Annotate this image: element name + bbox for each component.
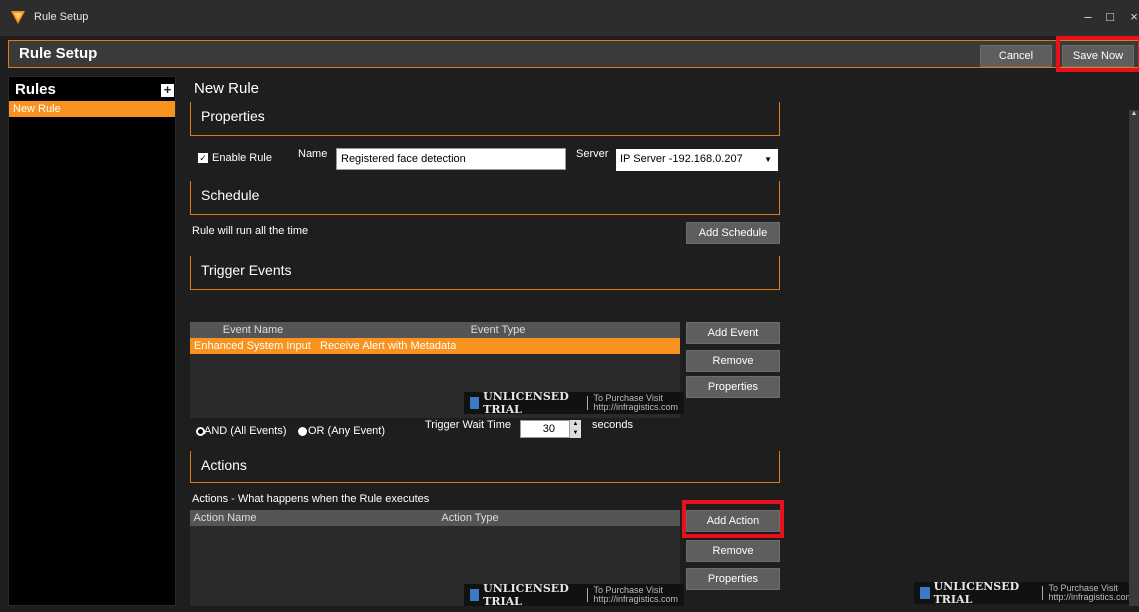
or-label: OR (Any Event) [308,425,386,437]
rule-setup-window: Rule Setup – □ × Rule Setup Cancel Save … [0,0,1139,612]
server-select-value: IP Server -192.168.0.207 [620,153,743,165]
schedule-section-title: Schedule [201,187,260,203]
actions-section-title: Actions [201,457,247,473]
trigger-events-section-title: Trigger Events [201,262,292,278]
sidebar-title: Rules [15,81,56,98]
enable-rule-checkbox[interactable]: ✓ [198,153,208,163]
trigger-events-section: Trigger Events [190,256,780,290]
scroll-up-icon[interactable]: ▲ [1130,110,1138,120]
and-radio-dot [198,429,203,434]
trigger-wait-input[interactable]: 30 [520,420,570,438]
column-event-type[interactable]: Event Type [316,324,680,336]
and-label: AND (All Events) [204,425,287,437]
unlicensed-trial-banner-actions: UNLICENSED TRIAL To Purchase Visit http:… [464,582,684,608]
add-action-highlight-box [682,500,784,538]
rules-sidebar: Rules + New Rule [8,76,176,606]
column-action-name[interactable]: Action Name [190,512,260,524]
add-schedule-button[interactable]: Add Schedule [686,222,780,244]
window-title: Rule Setup [34,11,89,23]
rule-title: New Rule [194,80,260,97]
actions-section: Actions [190,451,780,483]
event-name-cell: Enhanced System Input [194,340,311,352]
cancel-button[interactable]: Cancel [980,45,1052,67]
app-logo-icon [11,11,25,24]
rule-name-input[interactable]: Registered face detection [336,148,566,170]
actions-table-header: Action Name Action Type [190,510,680,526]
infragistics-icon [920,587,930,599]
schedule-status-text: Rule will run all the time [192,225,309,237]
event-type-cell: Receive Alert with Metadata [320,340,457,352]
minimize-icon[interactable]: – [1078,9,1098,24]
infragistics-icon [470,397,480,409]
remove-event-button[interactable]: Remove [686,350,780,372]
page-header: Rule Setup [8,40,1139,68]
schedule-section: Schedule [190,181,780,215]
server-label: Server [576,148,609,160]
column-action-type[interactable]: Action Type [260,512,680,524]
unlicensed-trial-banner: UNLICENSED TRIAL To Purchase Visit http:… [464,390,684,416]
or-radio[interactable] [298,427,307,436]
vertical-scrollbar[interactable] [1129,110,1139,606]
remove-action-button[interactable]: Remove [686,540,780,562]
purchase-url: http://infragistics.com [593,402,679,412]
wait-spinner-icon[interactable]: ▲ ▼ [570,420,581,438]
column-event-name[interactable]: Event Name [190,324,316,336]
trigger-wait-label: Trigger Wait Time [425,419,511,431]
table-row[interactable]: Enhanced System Input Receive Alert with… [190,338,680,354]
wait-unit-label: seconds [592,419,633,431]
add-event-button[interactable]: Add Event [686,322,780,344]
actions-description: Actions - What happens when the Rule exe… [192,493,430,505]
properties-section: Properties [190,102,780,136]
sidebar-item-new-rule[interactable]: New Rule [9,101,175,117]
close-icon[interactable]: × [1124,9,1139,24]
name-label: Name [298,148,328,160]
maximize-icon[interactable]: □ [1100,9,1120,24]
server-select[interactable]: IP Server -192.168.0.207 ▼ [616,149,778,171]
event-properties-button[interactable]: Properties [686,376,780,398]
events-table-header: Event Name Event Type [190,322,680,338]
add-rule-icon[interactable]: + [161,83,174,97]
title-bar: Rule Setup – □ × [0,0,1139,36]
trial-text: UNLICENSED TRIAL [483,390,569,416]
save-highlight-box [1056,36,1139,72]
infragistics-icon [470,589,480,601]
chevron-down-icon: ▼ [764,155,772,164]
purchase-note: To Purchase Visit http://infragistics.co… [593,394,678,412]
rule-editor: New Rule Properties ✓ Enable Rule Name R… [180,76,1139,612]
page-title: Rule Setup [19,45,98,62]
unlicensed-trial-banner-window: UNLICENSED TRIAL To Purchase Visit http:… [914,580,1139,606]
enable-rule-label: Enable Rule [212,152,272,164]
action-properties-button[interactable]: Properties [686,568,780,590]
properties-section-title: Properties [201,108,265,124]
